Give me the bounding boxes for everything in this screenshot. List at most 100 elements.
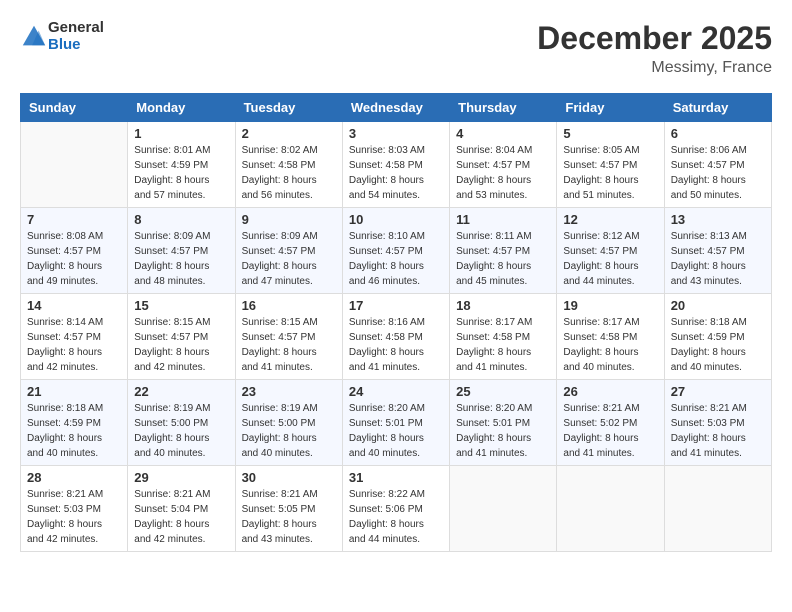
calendar-cell-w0-d5: 5Sunrise: 8:05 AMSunset: 4:57 PMDaylight… — [557, 122, 664, 208]
day-number: 4 — [456, 126, 550, 141]
calendar-cell-w0-d6: 6Sunrise: 8:06 AMSunset: 4:57 PMDaylight… — [664, 122, 771, 208]
calendar-cell-w1-d6: 13Sunrise: 8:13 AMSunset: 4:57 PMDayligh… — [664, 208, 771, 294]
day-info: Sunrise: 8:15 AMSunset: 4:57 PMDaylight:… — [134, 315, 228, 375]
day-info: Sunrise: 8:02 AMSunset: 4:58 PMDaylight:… — [242, 143, 336, 203]
calendar-cell-w4-d6 — [664, 466, 771, 552]
day-info: Sunrise: 8:21 AMSunset: 5:04 PMDaylight:… — [134, 487, 228, 547]
day-number: 10 — [349, 212, 443, 227]
calendar-cell-w1-d0: 7 Sunrise: 8:08 AMSunset: 4:57 PMDaylight… — [21, 208, 128, 294]
calendar-cell-w4-d0: 28Sunrise: 8:21 AMSunset: 5:03 PMDayligh… — [21, 466, 128, 552]
day-info: Sunrise: 8:17 AMSunset: 4:58 PMDaylight:… — [563, 315, 657, 375]
calendar-cell-w0-d1: 1Sunrise: 8:01 AMSunset: 4:59 PMDaylight… — [128, 122, 235, 208]
day-number: 2 — [242, 126, 336, 141]
day-number: 6 — [671, 126, 765, 141]
calendar-cell-w3-d1: 22 Sunrise: 8:19 AMSunset: 5:00 PMDayligh… — [128, 380, 235, 466]
day-info: Sunrise: 8:20 AMSunset: 5:01 PMDaylight:… — [456, 401, 550, 461]
calendar-cell-w0-d4: 4 Sunrise: 8:04 AMSunset: 4:57 PMDaylight… — [450, 122, 557, 208]
calendar-cell-w2-d0: 14 Sunrise: 8:14 AMSunset: 4:57 PMDayligh… — [21, 294, 128, 380]
header-tuesday: Tuesday — [235, 94, 342, 122]
header-monday: Monday — [128, 94, 235, 122]
day-number: 13 — [671, 212, 765, 227]
day-number: 26 — [563, 384, 657, 399]
day-info: Sunrise: 8:21 AMSunset: 5:02 PMDaylight:… — [563, 401, 657, 461]
calendar-cell-w3-d4: 25 Sunrise: 8:20 AMSunset: 5:01 PMDayligh… — [450, 380, 557, 466]
day-info: Sunrise: 8:08 AMSunset: 4:57 PMDaylight:… — [27, 229, 121, 289]
day-info: Sunrise: 8:18 AMSunset: 4:59 PMDaylight:… — [27, 401, 121, 461]
logo-icon — [20, 23, 48, 51]
calendar-cell-w2-d5: 19Sunrise: 8:17 AMSunset: 4:58 PMDayligh… — [557, 294, 664, 380]
calendar-cell-w1-d1: 8 Sunrise: 8:09 AMSunset: 4:57 PMDaylight… — [128, 208, 235, 294]
calendar-cell-w4-d4 — [450, 466, 557, 552]
day-info: Sunrise: 8:10 AMSunset: 4:57 PMDaylight:… — [349, 229, 443, 289]
calendar-cell-w4-d1: 29 Sunrise: 8:21 AMSunset: 5:04 PMDayligh… — [128, 466, 235, 552]
day-number: 3 — [349, 126, 443, 141]
logo-general: General — [48, 20, 104, 37]
week-row-3: 21 Sunrise: 8:18 AMSunset: 4:59 PMDayligh… — [21, 380, 772, 466]
day-info: Sunrise: 8:09 AMSunset: 4:57 PMDaylight:… — [134, 229, 228, 289]
day-number: 8 — [134, 212, 228, 227]
calendar-cell-w4-d5 — [557, 466, 664, 552]
week-row-4: 28Sunrise: 8:21 AMSunset: 5:03 PMDayligh… — [21, 466, 772, 552]
header-thursday: Thursday — [450, 94, 557, 122]
day-number: 28 — [27, 470, 121, 485]
day-info: Sunrise: 8:22 AMSunset: 5:06 PMDaylight:… — [349, 487, 443, 547]
calendar-cell-w4-d3: 31 Sunrise: 8:22 AMSunset: 5:06 PMDayligh… — [342, 466, 449, 552]
day-info: Sunrise: 8:11 AMSunset: 4:57 PMDaylight:… — [456, 229, 550, 289]
day-number: 12 — [563, 212, 657, 227]
day-number: 18 — [456, 298, 550, 313]
day-number: 24 — [349, 384, 443, 399]
day-number: 27 — [671, 384, 765, 399]
location: Messimy, France — [537, 59, 772, 77]
calendar-cell-w2-d4: 18 Sunrise: 8:17 AMSunset: 4:58 PMDayligh… — [450, 294, 557, 380]
day-info: Sunrise: 8:04 AMSunset: 4:57 PMDaylight:… — [456, 143, 550, 203]
day-number: 5 — [563, 126, 657, 141]
day-number: 23 — [242, 384, 336, 399]
calendar-cell-w2-d3: 17 Sunrise: 8:16 AMSunset: 4:58 PMDayligh… — [342, 294, 449, 380]
day-info: Sunrise: 8:21 AMSunset: 5:05 PMDaylight:… — [242, 487, 336, 547]
day-info: Sunrise: 8:18 AMSunset: 4:59 PMDaylight:… — [671, 315, 765, 375]
calendar-cell-w3-d3: 24Sunrise: 8:20 AMSunset: 5:01 PMDayligh… — [342, 380, 449, 466]
calendar-table: Sunday Monday Tuesday Wednesday Thursday… — [20, 93, 772, 552]
header-wednesday: Wednesday — [342, 94, 449, 122]
day-number: 25 — [456, 384, 550, 399]
day-number: 30 — [242, 470, 336, 485]
day-info: Sunrise: 8:14 AMSunset: 4:57 PMDaylight:… — [27, 315, 121, 375]
day-info: Sunrise: 8:19 AMSunset: 5:00 PMDaylight:… — [242, 401, 336, 461]
calendar-cell-w1-d2: 9Sunrise: 8:09 AMSunset: 4:57 PMDaylight… — [235, 208, 342, 294]
calendar-cell-w4-d2: 30 Sunrise: 8:21 AMSunset: 5:05 PMDayligh… — [235, 466, 342, 552]
day-number: 21 — [27, 384, 121, 399]
calendar-cell-w1-d3: 10 Sunrise: 8:10 AMSunset: 4:57 PMDayligh… — [342, 208, 449, 294]
day-info: Sunrise: 8:12 AMSunset: 4:57 PMDaylight:… — [563, 229, 657, 289]
week-row-0: 1Sunrise: 8:01 AMSunset: 4:59 PMDaylight… — [21, 122, 772, 208]
day-info: Sunrise: 8:16 AMSunset: 4:58 PMDaylight:… — [349, 315, 443, 375]
day-number: 1 — [134, 126, 228, 141]
day-number: 14 — [27, 298, 121, 313]
page-header: General Blue December 2025 Messimy, Fran… — [20, 20, 772, 77]
day-info: Sunrise: 8:09 AMSunset: 4:57 PMDaylight:… — [242, 229, 336, 289]
day-number: 17 — [349, 298, 443, 313]
calendar-cell-w2-d6: 20 Sunrise: 8:18 AMSunset: 4:59 PMDayligh… — [664, 294, 771, 380]
calendar-cell-w0-d2: 2 Sunrise: 8:02 AMSunset: 4:58 PMDaylight… — [235, 122, 342, 208]
header-friday: Friday — [557, 94, 664, 122]
day-info: Sunrise: 8:17 AMSunset: 4:58 PMDaylight:… — [456, 315, 550, 375]
day-number: 31 — [349, 470, 443, 485]
header-saturday: Saturday — [664, 94, 771, 122]
day-number: 20 — [671, 298, 765, 313]
day-number: 11 — [456, 212, 550, 227]
calendar-cell-w1-d4: 11 Sunrise: 8:11 AMSunset: 4:57 PMDayligh… — [450, 208, 557, 294]
calendar-cell-w3-d5: 26 Sunrise: 8:21 AMSunset: 5:02 PMDayligh… — [557, 380, 664, 466]
calendar-cell-w0-d0 — [21, 122, 128, 208]
day-number: 29 — [134, 470, 228, 485]
day-info: Sunrise: 8:19 AMSunset: 5:00 PMDaylight:… — [134, 401, 228, 461]
day-number: 16 — [242, 298, 336, 313]
logo-blue: Blue — [48, 37, 104, 54]
week-row-2: 14 Sunrise: 8:14 AMSunset: 4:57 PMDayligh… — [21, 294, 772, 380]
logo: General Blue — [20, 20, 104, 53]
day-number: 7 — [27, 212, 121, 227]
day-info: Sunrise: 8:15 AMSunset: 4:57 PMDaylight:… — [242, 315, 336, 375]
title-block: December 2025 Messimy, France — [537, 20, 772, 77]
day-number: 15 — [134, 298, 228, 313]
calendar-cell-w3-d6: 27Sunrise: 8:21 AMSunset: 5:03 PMDayligh… — [664, 380, 771, 466]
day-number: 22 — [134, 384, 228, 399]
header-sunday: Sunday — [21, 94, 128, 122]
